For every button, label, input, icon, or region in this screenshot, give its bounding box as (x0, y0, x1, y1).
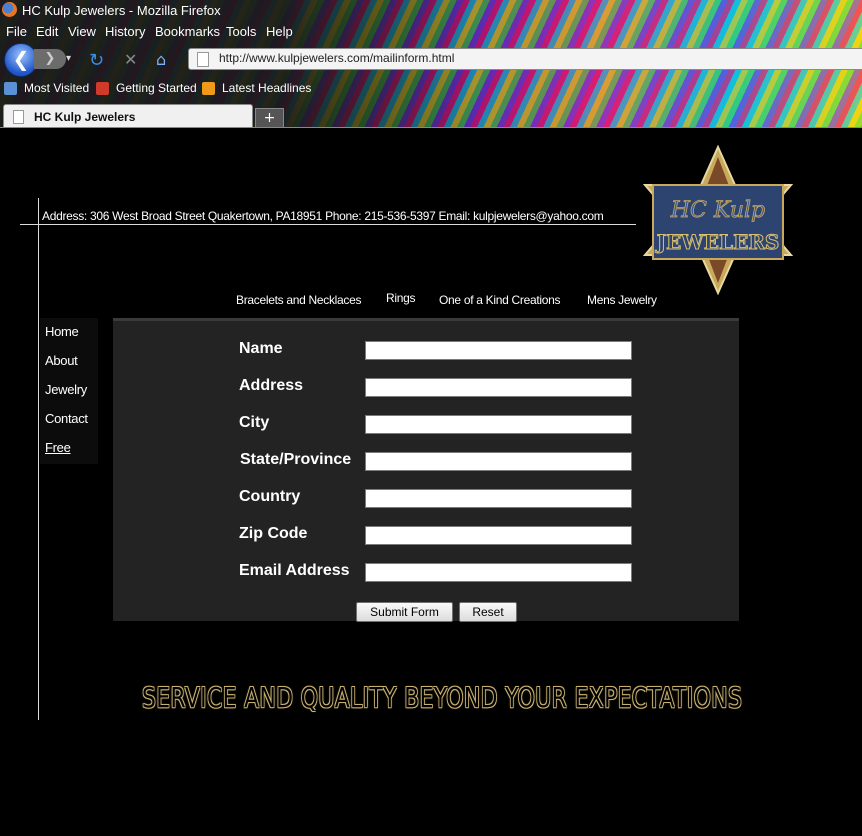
email-address-field[interactable] (365, 563, 632, 582)
page-icon (13, 110, 24, 124)
plus-icon: + (263, 110, 276, 126)
navigation-toolbar: ❮ ❯ ▾ ↻ ✕ ⌂ http://www.kulpjewelers.com/… (0, 42, 862, 77)
menu-edit[interactable]: Edit (36, 24, 58, 39)
back-arrow-icon: ❮ (12, 47, 30, 71)
topnav-mens-jewelry[interactable]: Mens Jewelry (587, 293, 657, 307)
side-navigation: Home About Jewelry Contact Free (40, 318, 98, 464)
sidenav-free[interactable]: Free (45, 440, 71, 455)
bookmarks-toolbar: Most Visited Getting Started Latest Head… (0, 78, 862, 98)
topnav-bracelets-necklaces[interactable]: Bracelets and Necklaces (236, 293, 361, 307)
name-field[interactable] (365, 341, 632, 360)
address-label: Address (239, 377, 304, 394)
menu-history[interactable]: History (105, 24, 145, 39)
address-field[interactable] (365, 378, 632, 397)
reload-icon: ↻ (89, 50, 105, 71)
reset-button[interactable]: Reset (459, 602, 517, 622)
topnav-one-of-a-kind[interactable]: One of a Kind Creations (439, 293, 560, 307)
forward-button[interactable]: ❯ (34, 49, 66, 69)
mail-in-form: Name Address City State/Province Country… (113, 318, 739, 622)
sidenav-jewelry[interactable]: Jewelry (45, 382, 87, 397)
state-province-label: State/Province (240, 451, 352, 468)
url-text[interactable]: http://www.kulpjewelers.com/mailinform.h… (219, 51, 454, 65)
home-button[interactable]: ⌂ (156, 50, 166, 69)
horizontal-divider-line (20, 224, 636, 225)
vertical-divider-line (38, 198, 39, 720)
home-icon: ⌂ (156, 50, 167, 69)
browser-chrome: HC Kulp Jewelers - Mozilla Firefox File … (0, 0, 862, 128)
back-button[interactable]: ❮ (4, 43, 38, 77)
bookmark-most-visited[interactable]: Most Visited (24, 81, 89, 95)
email-address-label: Email Address (239, 562, 350, 579)
menu-help[interactable]: Help (266, 24, 293, 39)
topnav-rings[interactable]: Rings (386, 291, 415, 305)
chevron-down-icon: ▾ (66, 53, 72, 64)
window-title: HC Kulp Jewelers - Mozilla Firefox (22, 3, 221, 18)
page-icon (197, 52, 209, 67)
bookmark-latest-headlines[interactable]: Latest Headlines (222, 81, 311, 95)
sidenav-home[interactable]: Home (45, 324, 79, 339)
menu-bookmarks[interactable]: Bookmarks (155, 24, 220, 39)
country-label: Country (239, 488, 301, 505)
getting-started-icon (96, 82, 109, 95)
forward-arrow-icon: ❯ (44, 51, 56, 66)
sidenav-contact[interactable]: Contact (45, 411, 88, 426)
name-label: Name (239, 340, 283, 357)
title-bar: HC Kulp Jewelers - Mozilla Firefox (0, 0, 862, 20)
stop-icon: ✕ (124, 50, 138, 69)
tab-strip: HC Kulp Jewelers + (0, 102, 862, 128)
reload-button[interactable]: ↻ (89, 50, 104, 71)
firefox-icon (2, 2, 17, 17)
url-bar[interactable]: http://www.kulpjewelers.com/mailinform.h… (188, 48, 862, 70)
city-label: City (239, 414, 270, 431)
slogan-banner: SERVICE AND QUALITY BEYOND YOUR EXPECTAT… (142, 681, 743, 714)
menu-bar: File Edit View History Bookmarks Tools H… (0, 22, 862, 42)
menu-file[interactable]: File (6, 24, 27, 39)
new-tab-button[interactable]: + (255, 108, 284, 128)
bookmark-getting-started[interactable]: Getting Started (116, 81, 197, 95)
logo-line-2: JEWELERS (655, 230, 780, 254)
logo-line-1: HC Kulp (670, 198, 765, 223)
menu-view[interactable]: View (68, 24, 96, 39)
tab-label: HC Kulp Jewelers (34, 110, 136, 124)
stop-button[interactable]: ✕ (124, 50, 137, 69)
state-province-field[interactable] (365, 452, 632, 471)
city-field[interactable] (365, 415, 632, 434)
menu-tools[interactable]: Tools (226, 24, 256, 39)
submit-form-button[interactable]: Submit Form (356, 602, 453, 622)
tab-hc-kulp-jewelers[interactable]: HC Kulp Jewelers (3, 104, 253, 128)
zip-code-field[interactable] (365, 526, 632, 545)
rss-feed-icon (202, 82, 215, 95)
contact-info: Address: 306 West Broad Street Quakertow… (42, 209, 604, 223)
country-field[interactable] (365, 489, 632, 508)
most-visited-icon (4, 82, 17, 95)
hc-kulp-jewelers-logo: HC Kulp JEWELERS (643, 145, 793, 295)
zip-code-label: Zip Code (239, 525, 308, 542)
history-dropdown-button[interactable]: ▾ (66, 51, 78, 67)
page-content: Address: 306 West Broad Street Quakertow… (0, 128, 862, 836)
sidenav-about[interactable]: About (45, 353, 78, 368)
